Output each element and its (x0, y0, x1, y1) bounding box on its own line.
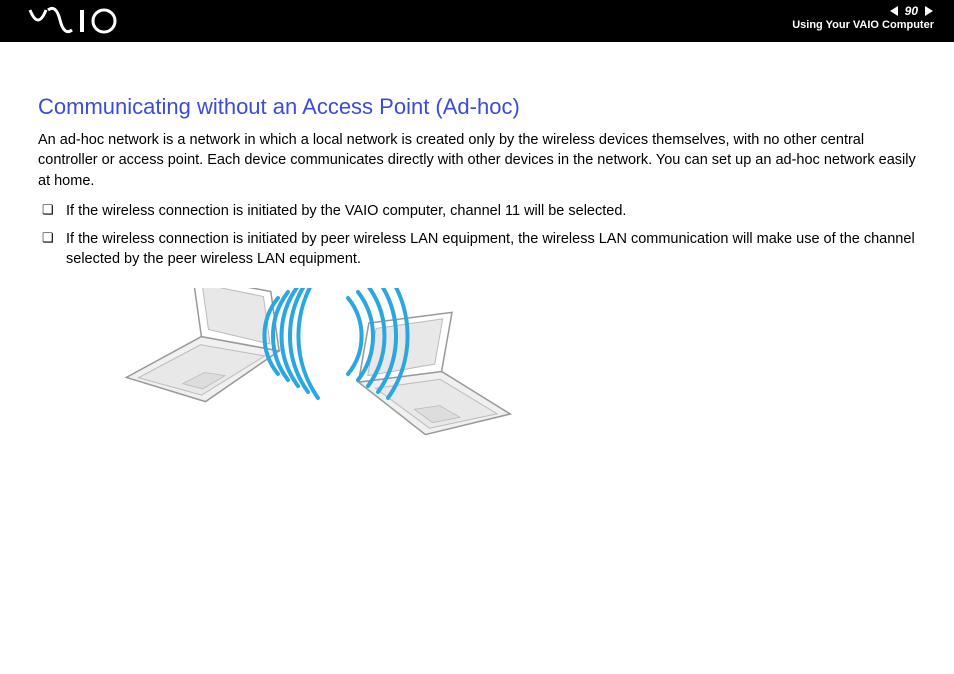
nav-prev-icon[interactable] (889, 5, 901, 17)
page-nav: 90 (792, 4, 934, 18)
page-title: Communicating without an Access Point (A… (38, 94, 924, 120)
wireless-waves-left-icon (264, 288, 318, 398)
header-bar: 90 Using Your VAIO Computer (0, 0, 954, 42)
header-right: 90 Using Your VAIO Computer (792, 4, 934, 31)
page-content: Communicating without an Access Point (A… (0, 42, 954, 468)
list-item: If the wireless connection is initiated … (38, 229, 924, 270)
section-name: Using Your VAIO Computer (792, 19, 934, 31)
list-item: If the wireless connection is initiated … (38, 201, 924, 221)
vaio-logo (28, 6, 128, 43)
page-number: 90 (905, 4, 918, 18)
adhoc-diagram (78, 288, 518, 468)
intro-paragraph: An ad-hoc network is a network in which … (38, 130, 924, 191)
nav-next-icon[interactable] (922, 5, 934, 17)
bullet-list: If the wireless connection is initiated … (38, 201, 924, 270)
laptop-left-icon (114, 288, 285, 412)
